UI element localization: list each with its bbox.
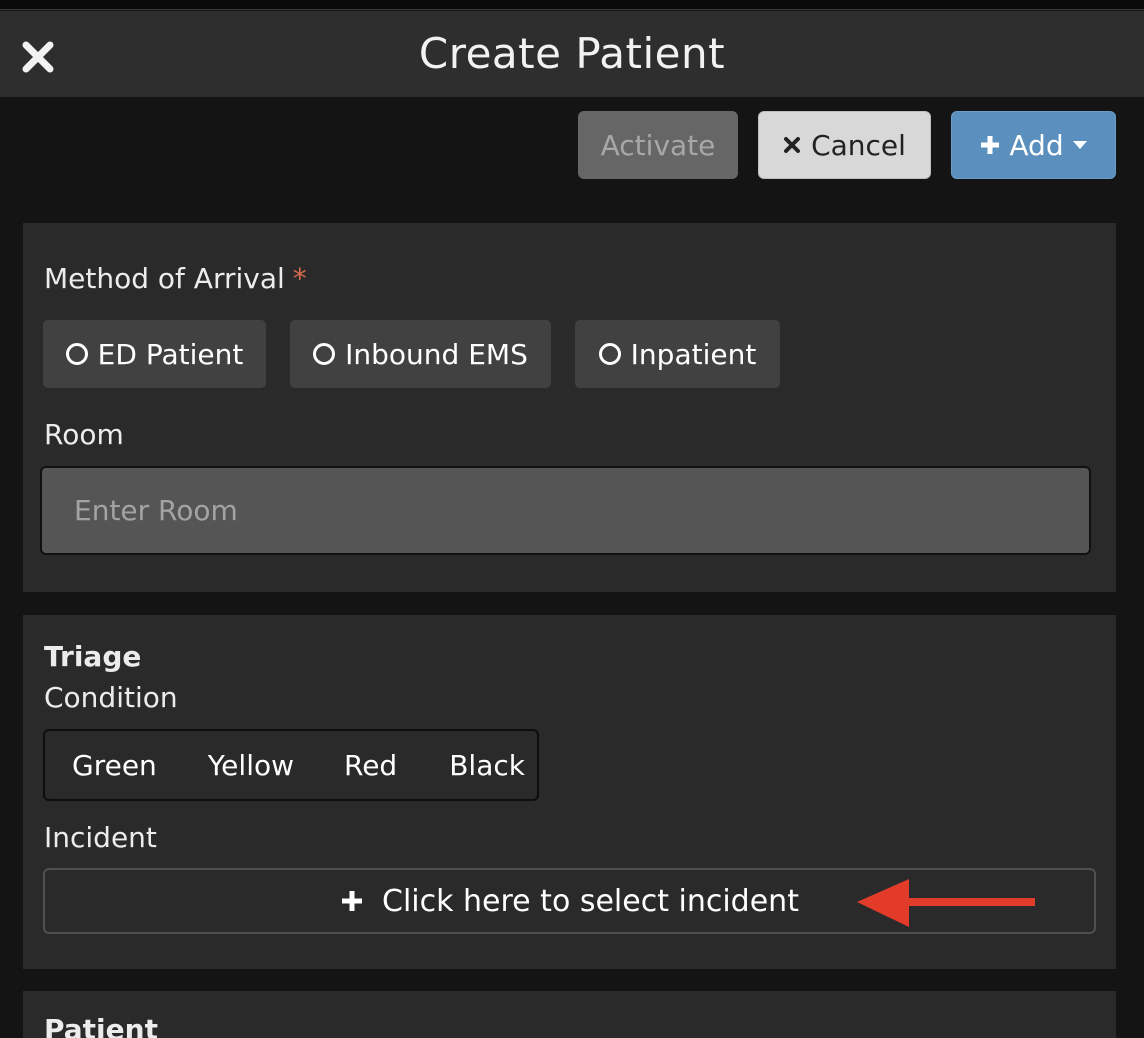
- arrival-option-label: Inpatient: [630, 337, 757, 371]
- window-top-border: [0, 0, 1144, 10]
- plus-icon: [981, 136, 1000, 154]
- condition-yellow-button[interactable]: Yellow: [208, 749, 294, 782]
- x-icon: [784, 137, 801, 153]
- cancel-button-label: Cancel: [811, 128, 906, 162]
- arrival-option-ed-patient[interactable]: ED Patient: [43, 320, 266, 388]
- patient-heading: Patient: [44, 1013, 158, 1038]
- condition-red-button[interactable]: Red: [344, 749, 397, 782]
- triage-heading: Triage: [44, 640, 142, 673]
- title-bar: Create Patient: [0, 11, 1144, 97]
- arrival-option-label: ED Patient: [97, 337, 244, 371]
- incident-label: Incident: [44, 821, 157, 854]
- plus-icon: [342, 891, 363, 911]
- activate-button[interactable]: Activate: [578, 111, 738, 179]
- room-input[interactable]: [40, 466, 1091, 555]
- arrival-option-inbound-ems[interactable]: Inbound EMS: [290, 320, 551, 388]
- room-label: Room: [44, 418, 124, 451]
- method-of-arrival-text: Method of Arrival: [44, 262, 285, 295]
- condition-label: Condition: [44, 681, 178, 714]
- page-title: Create Patient: [418, 29, 726, 78]
- cancel-button[interactable]: Cancel: [758, 111, 931, 179]
- condition-black-button[interactable]: Black: [449, 749, 525, 782]
- arrival-option-inpatient[interactable]: Inpatient: [575, 320, 780, 388]
- method-of-arrival-label: Method of Arrival *: [44, 262, 307, 295]
- radio-circle-icon: [313, 343, 336, 365]
- select-incident-label: Click here to select incident: [382, 883, 799, 919]
- annotation-arrow-icon: [857, 879, 1035, 927]
- activate-button-label: Activate: [600, 128, 716, 162]
- condition-button-group: Green Yellow Red Black: [43, 729, 539, 801]
- close-icon[interactable]: [18, 37, 58, 77]
- add-button-label: Add: [1009, 128, 1064, 162]
- add-dropdown-button[interactable]: Add: [951, 111, 1116, 179]
- caret-down-icon: [1072, 141, 1087, 149]
- condition-green-button[interactable]: Green: [72, 749, 157, 782]
- arrival-option-label: Inbound EMS: [345, 337, 528, 371]
- arrival-panel: Method of Arrival * ED Patient Inbound EM…: [23, 223, 1116, 592]
- patient-panel: Patient: [23, 991, 1116, 1038]
- required-marker: *: [292, 262, 307, 295]
- radio-circle-icon: [65, 343, 88, 365]
- create-patient-screen: Create Patient Activate Cancel Add Metho…: [0, 0, 1144, 1038]
- radio-circle-icon: [598, 343, 621, 365]
